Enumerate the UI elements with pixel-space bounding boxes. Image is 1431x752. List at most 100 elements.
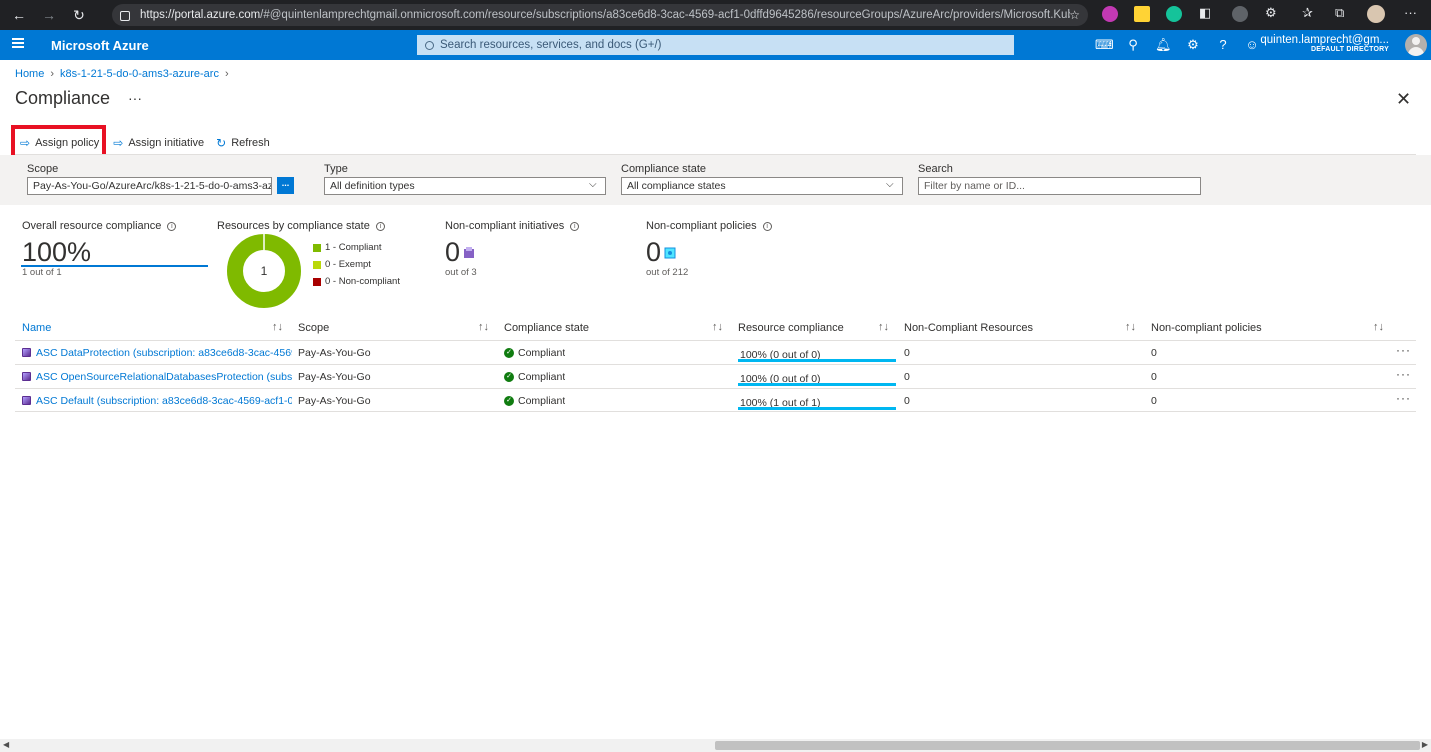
- breadcrumb-home[interactable]: Home: [15, 68, 44, 80]
- address-bar[interactable]: https://portal.azure.com/#@quintenlampre…: [112, 4, 1088, 26]
- legend-swatch: [313, 243, 321, 252]
- sort-icon[interactable]: ↑↓: [878, 321, 889, 333]
- address-url: https://portal.azure.com/#@quintenlampre…: [140, 9, 1070, 21]
- sort-icon[interactable]: ↑↓: [712, 321, 723, 333]
- sort-icon[interactable]: ↑↓: [1125, 321, 1136, 333]
- row-more-icon[interactable]: ···: [1396, 367, 1411, 381]
- azure-header: Microsoft Azure ⌨ ⚲ 🔔︎ ⚙ ? ☺ quinten.lam…: [0, 30, 1431, 60]
- more-options-icon[interactable]: ···: [128, 90, 142, 106]
- compliance-progress-bar: [738, 407, 896, 410]
- column-header-noncompliant-resources[interactable]: Non-Compliant Resources: [904, 322, 1033, 334]
- settings-icon[interactable]: ⚙: [1185, 37, 1201, 53]
- info-icon[interactable]: i: [570, 221, 580, 231]
- extension-profile-icon[interactable]: [1232, 6, 1248, 22]
- sort-icon[interactable]: ↑↓: [1373, 321, 1384, 333]
- overall-compliance-sub: 1 out of 1: [22, 267, 62, 278]
- row-scope: Pay-As-You-Go: [298, 347, 371, 359]
- refresh-label: Refresh: [231, 137, 270, 149]
- browser-menu-icon[interactable]: ···: [1404, 5, 1417, 20]
- row-noncompliant-resources: 0: [904, 395, 910, 407]
- row-more-icon[interactable]: ···: [1396, 391, 1411, 405]
- global-search[interactable]: [417, 35, 1014, 55]
- table-divider: [15, 364, 1416, 365]
- browser-toolbar: ← → ↻ https://portal.azure.com/#@quinten…: [0, 0, 1431, 30]
- profile-avatar-icon[interactable]: [1367, 5, 1385, 23]
- column-header-scope[interactable]: Scope: [298, 322, 329, 334]
- legend-item-exempt: 0 - Exempt: [313, 256, 400, 273]
- type-dropdown[interactable]: All definition types: [324, 177, 606, 195]
- noncompliant-policies-title: Non-compliant policies: [646, 220, 757, 232]
- back-icon[interactable]: ←: [8, 4, 30, 26]
- extension-puzzle-icon[interactable]: ◧: [1199, 5, 1211, 21]
- noncompliant-initiatives-label: Non-compliant initiatives i: [445, 220, 580, 232]
- legend-swatch: [313, 277, 321, 286]
- cloud-shell-icon[interactable]: ⌨: [1095, 37, 1114, 53]
- legend-label: 1 - Compliant: [325, 242, 382, 253]
- scope-label: Scope: [27, 163, 59, 175]
- favorite-add-icon[interactable]: ☆: [1069, 8, 1080, 22]
- row-more-icon[interactable]: ···: [1396, 343, 1411, 357]
- refresh-button[interactable]: ↻ Refresh: [216, 136, 270, 150]
- policy-icon: [664, 247, 676, 259]
- page-title: Compliance: [15, 88, 111, 108]
- menu-icon[interactable]: [12, 38, 24, 48]
- extension-notes-icon[interactable]: [1134, 6, 1150, 22]
- info-icon[interactable]: i: [762, 221, 772, 231]
- scrollbar-thumb[interactable]: [715, 741, 1420, 750]
- noncompliant-initiatives-sub: out of 3: [445, 267, 477, 278]
- compliant-check-icon: ✓: [504, 348, 514, 358]
- extensions-icon[interactable]: ⚙: [1265, 5, 1277, 21]
- notifications-icon[interactable]: 🔔︎: [1155, 37, 1172, 53]
- row-noncompliant-policies: 0: [1151, 371, 1157, 383]
- scroll-left-icon[interactable]: ◀: [3, 740, 9, 749]
- legend-item-noncompliant: 0 - Non-compliant: [313, 273, 400, 290]
- sort-icon[interactable]: ↑↓: [478, 321, 489, 333]
- horizontal-scrollbar[interactable]: ◀ ▶: [0, 739, 1431, 752]
- donut-legend: 1 - Compliant 0 - Exempt 0 - Non-complia…: [313, 239, 400, 290]
- breadcrumb: Home › k8s-1-21-5-do-0-ams3-azure-arc ›: [15, 68, 229, 80]
- info-icon[interactable]: i: [375, 221, 385, 231]
- sort-icon[interactable]: ↑↓: [272, 321, 283, 333]
- favorites-icon[interactable]: ✰: [1302, 5, 1313, 21]
- scroll-right-icon[interactable]: ▶: [1422, 740, 1428, 749]
- row-noncompliant-resources: 0: [904, 371, 910, 383]
- user-avatar[interactable]: [1405, 34, 1427, 56]
- user-account[interactable]: quinten.lamprecht@gm... DEFAULT DIRECTOR…: [1260, 34, 1389, 53]
- table-divider: [15, 388, 1416, 389]
- compliance-progress-bar: [738, 359, 896, 362]
- collections-icon[interactable]: ⧉: [1335, 5, 1344, 21]
- row-scope: Pay-As-You-Go: [298, 371, 371, 383]
- azure-brand[interactable]: Microsoft Azure: [51, 38, 149, 53]
- help-icon[interactable]: ?: [1215, 37, 1231, 52]
- close-icon[interactable]: ✕: [1396, 89, 1411, 110]
- user-name: quinten.lamprecht@gm...: [1260, 34, 1389, 46]
- resources-by-state-label: Resources by compliance state i: [217, 220, 385, 232]
- row-name-link[interactable]: ASC Default (subscription: a83ce6d8-3cac…: [36, 395, 292, 407]
- extension-icon[interactable]: [1102, 6, 1118, 22]
- search-label: Search: [918, 163, 953, 175]
- column-header-resource-compliance[interactable]: Resource compliance: [738, 322, 844, 334]
- scope-field[interactable]: Pay-As-You-Go/AzureArc/k8s-1-21-5-do-0-a…: [27, 177, 272, 195]
- row-name-link[interactable]: ASC OpenSourceRelationalDatabasesProtect…: [36, 371, 292, 383]
- scope-picker-button[interactable]: ...: [277, 177, 294, 194]
- feedback-icon[interactable]: ☺: [1244, 37, 1260, 52]
- info-icon[interactable]: i: [167, 221, 177, 231]
- compliance-donut-chart[interactable]: 1: [227, 234, 301, 308]
- initiative-icon: [22, 396, 31, 405]
- breadcrumb-cluster[interactable]: k8s-1-21-5-do-0-ams3-azure-arc: [60, 68, 219, 80]
- grammarly-icon[interactable]: [1166, 6, 1182, 22]
- directory-filter-icon[interactable]: ⚲: [1125, 37, 1141, 53]
- compliance-state-dropdown[interactable]: All compliance states: [621, 177, 903, 195]
- column-header-name[interactable]: Name: [22, 322, 51, 334]
- row-name-link[interactable]: ASC DataProtection (subscription: a83ce6…: [36, 347, 292, 359]
- table-divider: [15, 411, 1416, 412]
- reload-icon[interactable]: ↻: [68, 4, 90, 26]
- assign-initiative-label: Assign initiative: [128, 137, 205, 149]
- column-header-noncompliant-policies[interactable]: Non-compliant policies: [1151, 322, 1262, 334]
- row-compliance-state: Compliant: [518, 371, 566, 383]
- assign-initiative-button[interactable]: ⇨ Assign initiative: [113, 136, 204, 150]
- global-search-input[interactable]: [440, 39, 1000, 51]
- filter-search-input[interactable]: Filter by name or ID...: [918, 177, 1201, 195]
- column-header-compliance-state[interactable]: Compliance state: [504, 322, 589, 334]
- forward-icon[interactable]: →: [38, 4, 60, 26]
